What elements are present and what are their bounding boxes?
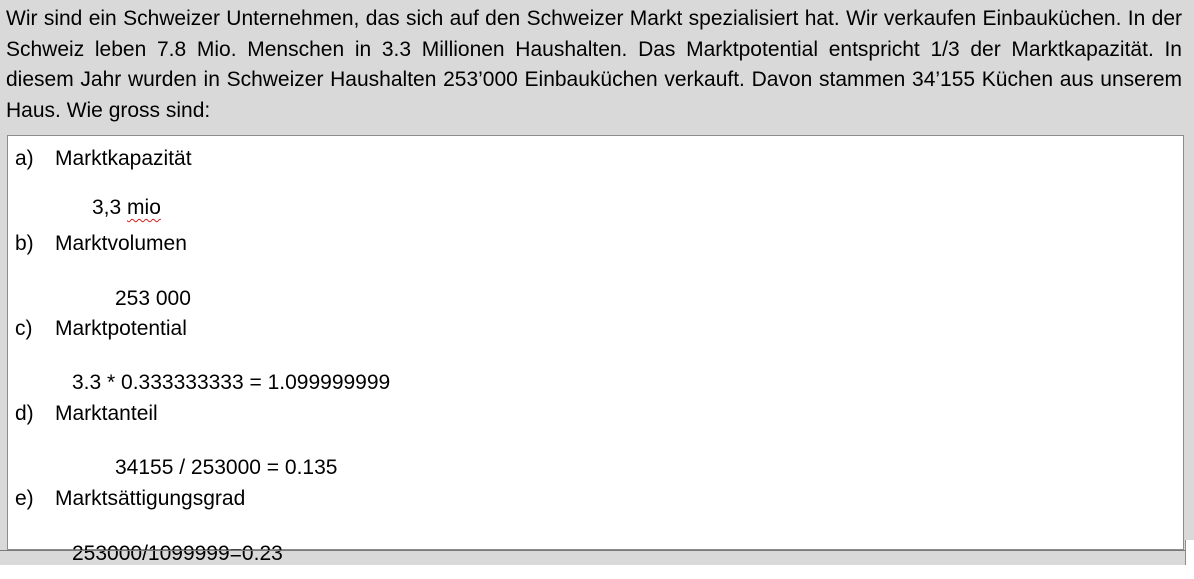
question-e-label: Marktsättigungsgrad bbox=[55, 487, 246, 510]
question-b: b) Marktvolumen bbox=[15, 231, 187, 257]
answer-text-box[interactable]: a) Marktkapazität 3,3 mio b) Marktvolumen … bbox=[7, 135, 1184, 550]
answer-a-unit-misspelled[interactable]: mio bbox=[127, 196, 161, 219]
question-d-label: Marktanteil bbox=[55, 402, 158, 425]
question-e-letter: e) bbox=[15, 487, 34, 510]
question-b-letter: b) bbox=[15, 232, 34, 255]
question-d-letter: d) bbox=[15, 402, 34, 425]
question-c-letter: c) bbox=[15, 317, 33, 340]
question-c: c) Marktpotential bbox=[15, 316, 187, 342]
question-b-label: Marktvolumen bbox=[55, 232, 187, 255]
answer-e: 253000/1099999=0.23 bbox=[72, 542, 283, 565]
answer-c: 3.3 * 0.333333333 = 1.099999999 bbox=[72, 371, 391, 394]
box-right-edge bbox=[1185, 540, 1194, 565]
answer-a: 3,3 mio bbox=[92, 195, 161, 221]
answer-b: 253 000 bbox=[115, 287, 191, 310]
question-a: a) Marktkapazität bbox=[15, 146, 192, 172]
question-d: d) Marktanteil bbox=[15, 401, 158, 427]
question-a-letter: a) bbox=[15, 147, 34, 170]
answer-d: 34155 / 253000 = 0.135 bbox=[115, 456, 338, 479]
page-bottom-strip bbox=[0, 565, 1194, 579]
question-c-label: Marktpotential bbox=[55, 317, 187, 340]
task-description: Wir sind ein Schweizer Unternehmen, das … bbox=[6, 7, 1182, 122]
question-e: e) Marktsättigungsgrad bbox=[15, 486, 245, 512]
answer-a-value: 3,3 bbox=[92, 196, 122, 219]
box-bottom-border bbox=[0, 550, 1194, 551]
question-a-label: Marktkapazität bbox=[55, 147, 192, 170]
